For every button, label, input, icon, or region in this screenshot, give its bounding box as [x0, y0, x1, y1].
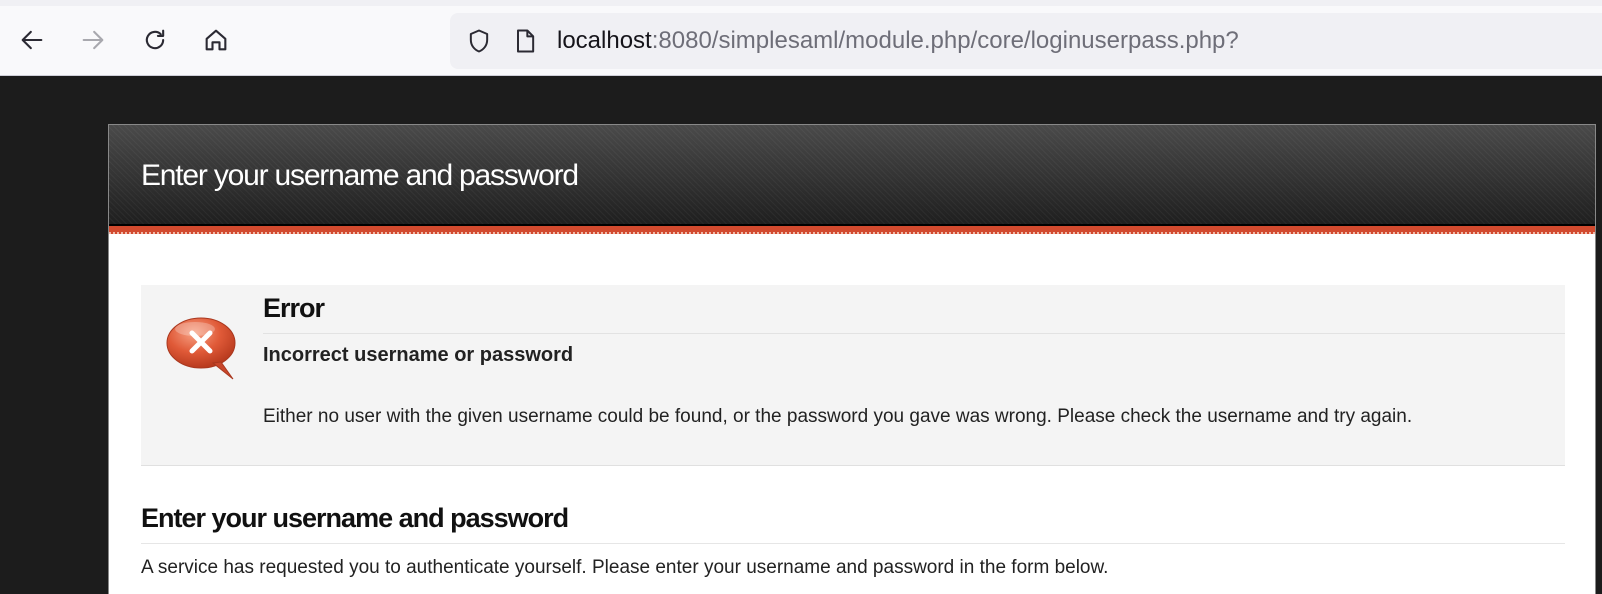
error-description: Either no user with the given username c…: [263, 406, 1413, 427]
login-heading-divider: [141, 543, 1565, 544]
page-header: Enter your username and password: [109, 125, 1595, 226]
page-container: Enter your username and password Error I…: [108, 124, 1596, 594]
forward-button[interactable]: [75, 22, 111, 58]
address-bar[interactable]: localhost:8080/simplesaml/module.php/cor…: [450, 13, 1602, 69]
error-divider: [263, 333, 1565, 334]
url-path: :8080/simplesaml/module.php/core/loginus…: [651, 27, 1239, 54]
home-button[interactable]: [198, 22, 234, 58]
reload-button[interactable]: [137, 22, 173, 58]
header-accent-bar: [109, 226, 1595, 234]
home-icon: [205, 29, 227, 51]
error-title: Error: [263, 293, 325, 323]
url-host: localhost: [557, 27, 652, 54]
tab-strip-edge: [0, 0, 1602, 6]
page-icon[interactable]: [510, 26, 540, 56]
shield-icon[interactable]: [464, 26, 494, 56]
page-header-title: Enter your username and password: [141, 159, 579, 192]
error-message-box: Error Incorrect username or password Eit…: [141, 285, 1565, 466]
url-text[interactable]: localhost:8080/simplesaml/module.php/cor…: [557, 27, 1239, 55]
back-button[interactable]: [14, 22, 50, 58]
reload-icon: [145, 29, 165, 50]
login-intro-text: A service has requested you to authentic…: [141, 557, 1109, 578]
login-heading: Enter your username and password: [141, 503, 569, 533]
error-subtitle: Incorrect username or password: [263, 344, 574, 366]
error-bubble-icon: [165, 313, 239, 381]
browser-toolbar: localhost:8080/simplesaml/module.php/cor…: [0, 0, 1602, 76]
back-arrow-icon: [21, 30, 43, 50]
forward-arrow-icon: [82, 30, 104, 50]
